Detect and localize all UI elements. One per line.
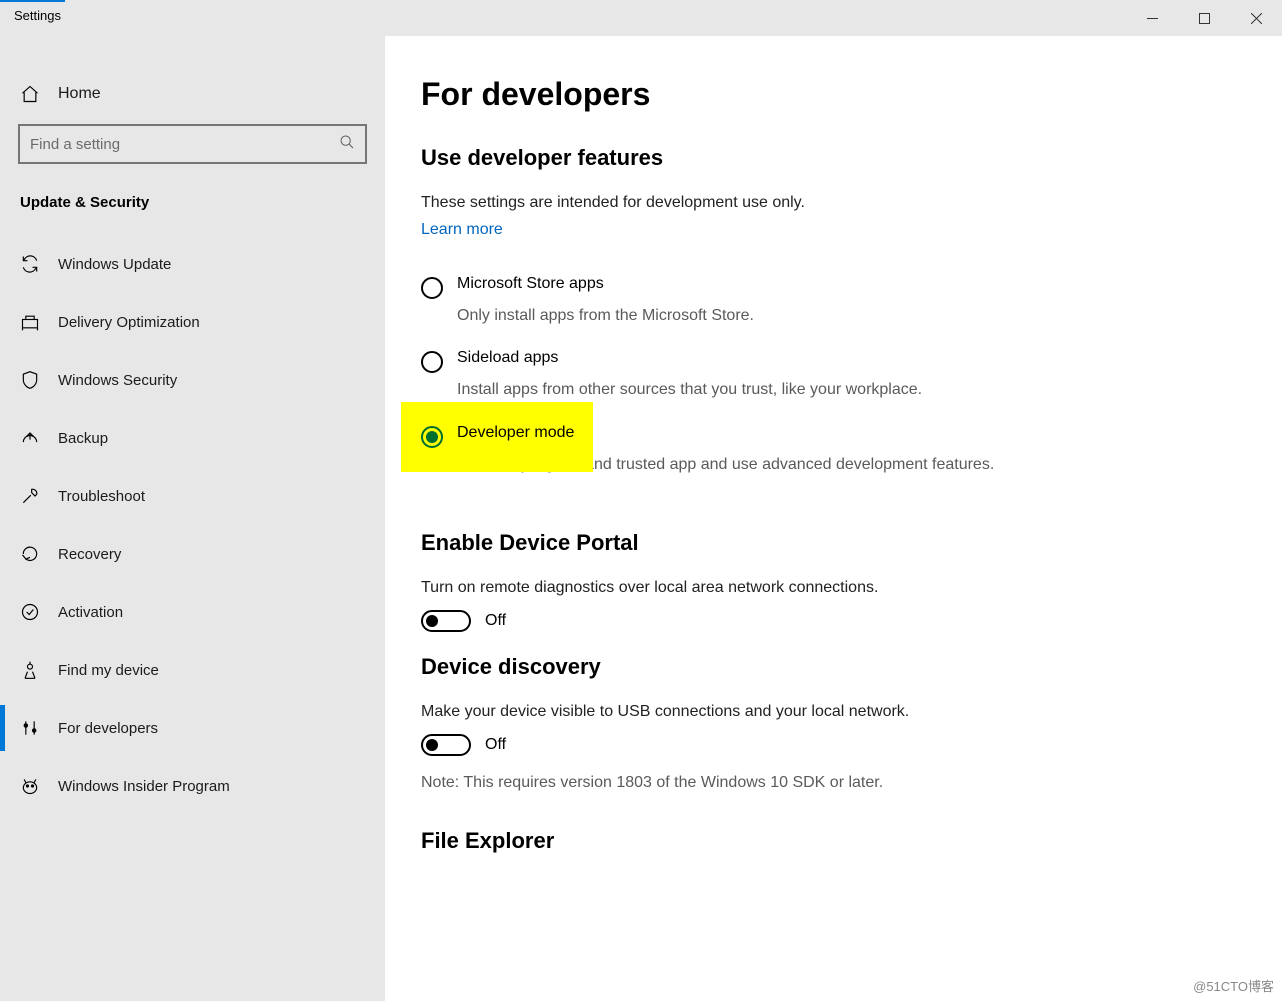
window-title: Settings [0, 0, 75, 31]
sidebar-item-label: For developers [58, 720, 158, 737]
radio-icon-selected [421, 426, 443, 448]
sidebar-item-troubleshoot[interactable]: Troubleshoot [0, 467, 385, 525]
watermark: @51CTO博客 [1193, 976, 1274, 995]
section-heading-dev-features: Use developer features [421, 145, 1252, 171]
maximize-button[interactable] [1178, 0, 1230, 36]
sidebar-item-recovery[interactable]: Recovery [0, 525, 385, 583]
device-discovery-note: Note: This requires version 1803 of the … [421, 774, 1252, 792]
radio-icon [421, 351, 443, 373]
radio-icon [421, 277, 443, 299]
section-heading-device-discovery: Device discovery [421, 654, 1252, 680]
radio-option-microsoft-store[interactable]: Microsoft Store apps [421, 267, 1252, 301]
sync-icon [20, 254, 40, 274]
radio-option-sideload[interactable]: Sideload apps [421, 341, 1252, 375]
window-controls [1126, 0, 1282, 36]
sidebar-item-find-my-device[interactable]: Find my device [0, 641, 385, 699]
check-circle-icon [20, 602, 40, 622]
sidebar-item-windows-insider[interactable]: Windows Insider Program [0, 757, 385, 815]
recovery-icon [20, 544, 40, 564]
dev-features-desc: These settings are intended for developm… [421, 191, 1252, 215]
toggle-state-label: Off [485, 736, 506, 754]
sidebar-item-windows-security[interactable]: Windows Security [0, 351, 385, 409]
sidebar-item-label: Backup [58, 430, 108, 447]
search-icon [339, 134, 355, 155]
search-input[interactable] [30, 136, 339, 153]
wrench-icon [20, 486, 40, 506]
backup-icon [20, 428, 40, 448]
device-discovery-toggle[interactable] [421, 734, 471, 756]
sidebar-item-home[interactable]: Home [0, 64, 385, 124]
sidebar-item-windows-update[interactable]: Windows Update [0, 235, 385, 293]
main-content: For developers Use developer features Th… [385, 36, 1282, 1001]
radio-sublabel: Only install apps from the Microsoft Sto… [421, 301, 1061, 341]
location-icon [20, 660, 40, 680]
sidebar-item-label: Delivery Optimization [58, 314, 200, 331]
sidebar-item-label: Activation [58, 604, 123, 621]
close-button[interactable] [1230, 0, 1282, 36]
section-heading-device-portal: Enable Device Portal [421, 530, 1252, 556]
device-portal-toggle[interactable] [421, 610, 471, 632]
section-heading-file-explorer: File Explorer [421, 828, 1252, 854]
learn-more-link[interactable]: Learn more [421, 221, 503, 239]
radio-label: Microsoft Store apps [457, 275, 604, 293]
radio-option-developer-mode[interactable]: Developer mode [421, 416, 1252, 450]
sidebar-item-label: Windows Insider Program [58, 778, 230, 795]
sidebar-item-delivery-optimization[interactable]: Delivery Optimization [0, 293, 385, 351]
radio-label: Sideload apps [457, 349, 558, 367]
device-portal-desc: Turn on remote diagnostics over local ar… [421, 576, 1252, 600]
search-input-container[interactable] [18, 124, 367, 164]
shield-icon [20, 370, 40, 390]
developers-icon [20, 718, 40, 738]
toggle-state-label: Off [485, 612, 506, 630]
sidebar-item-label: Troubleshoot [58, 488, 145, 505]
device-discovery-desc: Make your device visible to USB connecti… [421, 700, 1252, 724]
sidebar: Home Update & Security Windows Update [0, 36, 385, 1001]
sidebar-item-label: Find my device [58, 662, 159, 679]
sidebar-item-label: Recovery [58, 546, 121, 563]
sidebar-item-label: Home [58, 85, 101, 103]
delivery-icon [20, 312, 40, 332]
sidebar-item-label: Windows Security [58, 372, 177, 389]
insider-icon [20, 776, 40, 796]
minimize-button[interactable] [1126, 0, 1178, 36]
accent-tab [0, 0, 65, 2]
sidebar-item-label: Windows Update [58, 256, 171, 273]
home-icon [20, 84, 40, 104]
radio-label: Developer mode [457, 424, 574, 442]
sidebar-section-label: Update & Security [0, 184, 385, 235]
title-bar: Settings [0, 0, 1282, 36]
page-title: For developers [421, 76, 1252, 113]
sidebar-item-activation[interactable]: Activation [0, 583, 385, 641]
sidebar-item-backup[interactable]: Backup [0, 409, 385, 467]
sidebar-item-for-developers[interactable]: For developers [0, 699, 385, 757]
